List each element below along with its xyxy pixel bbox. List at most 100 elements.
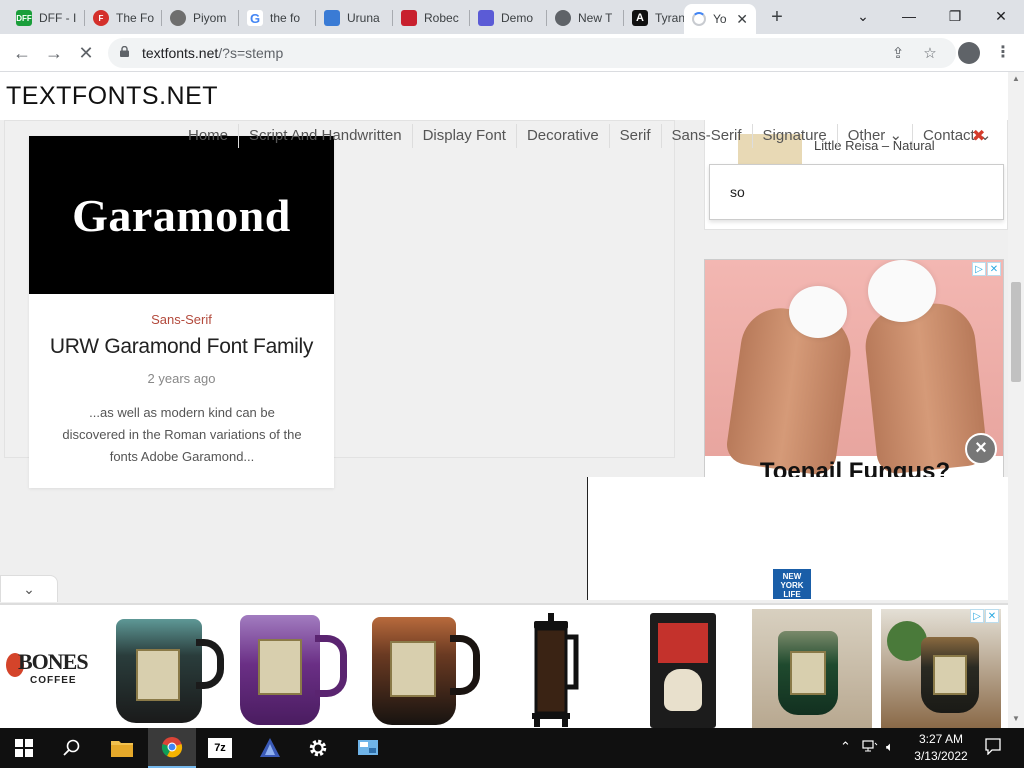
close-window-button[interactable]: ✕ bbox=[978, 2, 1024, 30]
cotton-ball bbox=[868, 260, 936, 322]
lock-icon bbox=[120, 46, 129, 57]
bookmark-star-icon[interactable]: ☆ bbox=[920, 44, 940, 64]
menu-item-home[interactable]: Home bbox=[178, 124, 240, 148]
control-panel-button[interactable] bbox=[344, 728, 392, 768]
tab-label: Yo bbox=[713, 12, 727, 26]
clock-date: 3/13/2022 bbox=[914, 749, 968, 763]
profile-avatar-icon[interactable] bbox=[958, 42, 980, 64]
tab-tyrann[interactable]: A Tyrann bbox=[624, 4, 684, 32]
tab-the-fo[interactable]: F The Fo bbox=[85, 4, 161, 32]
new-tab-button[interactable]: + bbox=[765, 6, 789, 30]
tab-robec[interactable]: Robec bbox=[393, 4, 469, 32]
chrome-menu-icon[interactable]: ⋮ bbox=[995, 42, 1011, 64]
ad-choices-icon[interactable]: ▷ bbox=[972, 262, 986, 276]
chrome-favicon-icon bbox=[555, 10, 571, 26]
toenail-ad[interactable]: Toenail Fungus? ▷ ✕ bbox=[704, 259, 1004, 509]
triangle-app-icon bbox=[260, 738, 280, 757]
french-press-image[interactable] bbox=[520, 613, 582, 728]
mug-handle bbox=[196, 639, 224, 689]
search-results-panel: Garamond Sans-Serif URW Garamond Font Fa… bbox=[4, 120, 675, 488]
system-clock[interactable]: 3:27 AM 3/13/2022 bbox=[905, 731, 977, 765]
network-icon[interactable] bbox=[862, 739, 878, 756]
tab-label: the fo bbox=[270, 11, 301, 25]
tab-demo[interactable]: Demo bbox=[470, 4, 546, 32]
loading-spinner-icon bbox=[692, 12, 706, 26]
ad-choices[interactable]: ▷ ✕ bbox=[972, 262, 1001, 276]
restore-button[interactable]: ❐ bbox=[932, 2, 978, 30]
mug-scene-green[interactable] bbox=[752, 609, 872, 728]
search-close-icon[interactable]: ✖ bbox=[972, 126, 985, 146]
app-taskbar-button[interactable] bbox=[246, 728, 294, 768]
search-icon bbox=[63, 739, 80, 756]
ad-close-button[interactable]: × bbox=[965, 433, 997, 465]
volume-icon[interactable]: 🔈︎ bbox=[886, 739, 894, 755]
url-host: textfonts.net bbox=[142, 45, 219, 61]
site-header: TEXTFONTS.NET bbox=[0, 72, 1008, 120]
ad-close-icon[interactable]: ✕ bbox=[985, 609, 999, 623]
tray-chevron-icon[interactable]: ⌃ bbox=[840, 739, 851, 755]
tab-label: Piyom bbox=[193, 11, 227, 25]
fontspace-favicon-icon: F bbox=[93, 10, 109, 26]
new-york-life-logo[interactable]: NEW YORK LIFE bbox=[773, 569, 811, 599]
tab-search-chevron-icon[interactable]: ⌄ bbox=[840, 2, 886, 30]
mug-label bbox=[790, 651, 826, 695]
tab-uruna[interactable]: Uruna bbox=[316, 4, 392, 32]
mug-label bbox=[933, 655, 967, 695]
bottom-anchor-ad[interactable]: BONES COFFEE ▷ ✕ bbox=[0, 603, 1008, 728]
post-card[interactable]: Garamond Sans-Serif URW Garamond Font Fa… bbox=[29, 136, 334, 488]
folder-icon bbox=[111, 741, 133, 757]
settings-button[interactable] bbox=[294, 728, 342, 768]
post-title-link[interactable]: URW Garamond Font Family bbox=[29, 335, 334, 359]
back-button[interactable]: ← bbox=[8, 39, 36, 67]
menu-item-other[interactable]: Other ⌄ bbox=[838, 124, 914, 148]
ad-close-icon[interactable]: ✕ bbox=[987, 262, 1001, 276]
minimize-button[interactable]: — bbox=[886, 2, 932, 30]
shield-favicon-icon bbox=[324, 10, 340, 26]
bones-coffee-logo[interactable]: BONES COFFEE bbox=[6, 649, 98, 691]
page-scrollbar[interactable]: ▲ ▼ bbox=[1008, 72, 1024, 728]
site-logo[interactable]: TEXTFONTS.NET bbox=[6, 82, 218, 111]
windows-logo-icon bbox=[15, 739, 33, 757]
menu-item-display-font[interactable]: Display Font bbox=[413, 124, 517, 148]
menu-item-sans-serif[interactable]: Sans-Serif bbox=[662, 124, 753, 148]
tab-piyom[interactable]: Piyom bbox=[162, 4, 238, 32]
mug-handle bbox=[450, 635, 480, 695]
scrollbar-thumb[interactable] bbox=[1011, 282, 1021, 382]
share-icon[interactable]: ⇪ bbox=[888, 44, 908, 64]
file-explorer-button[interactable] bbox=[98, 728, 146, 768]
windows-taskbar: 7z ⌃ 🔈︎ 3:27 AM 3/13/2022 bbox=[0, 728, 1024, 768]
globe-favicon-icon bbox=[170, 10, 186, 26]
menu-item-contact[interactable]: Contact ⌄ bbox=[913, 124, 1001, 148]
bag-label bbox=[658, 623, 708, 663]
mug-scene-dark[interactable]: ▷ ✕ bbox=[881, 609, 1001, 728]
tab-dff[interactable]: DFF DFF - I bbox=[8, 4, 84, 32]
stop-loading-button[interactable]: ✕ bbox=[72, 39, 100, 67]
ad-choices-icon[interactable]: ▷ bbox=[970, 609, 984, 623]
bottom-ad-choices[interactable]: ▷ ✕ bbox=[970, 609, 999, 623]
tab-google-search[interactable]: G the fo bbox=[239, 4, 315, 32]
start-button[interactable] bbox=[0, 728, 48, 768]
tab-active[interactable]: Yo ✕ bbox=[684, 4, 756, 34]
post-thumbnail[interactable]: Garamond bbox=[29, 136, 334, 294]
menu-item-script-handwritten[interactable]: Script And Handwritten bbox=[239, 124, 413, 148]
tab-new-tab[interactable]: New T bbox=[547, 4, 623, 32]
menu-item-signature[interactable]: Signature bbox=[753, 124, 838, 148]
tab-close-icon[interactable]: ✕ bbox=[736, 11, 748, 28]
search-button[interactable] bbox=[48, 728, 96, 768]
post-category-link[interactable]: Sans-Serif bbox=[29, 312, 334, 327]
menu-item-serif[interactable]: Serif bbox=[610, 124, 662, 148]
scroll-up-icon[interactable]: ▲ bbox=[1012, 74, 1020, 83]
coffee-bag-image[interactable] bbox=[650, 613, 716, 728]
notification-center-icon[interactable] bbox=[984, 737, 1002, 758]
clock-time: 3:27 AM bbox=[918, 732, 964, 746]
7zip-button[interactable]: 7z bbox=[196, 728, 244, 768]
google-favicon-icon: G bbox=[247, 10, 263, 26]
chrome-taskbar-button[interactable] bbox=[148, 728, 196, 768]
screen: DFF DFF - I F The Fo Piyom G the fo Urun… bbox=[0, 0, 1024, 768]
collapse-ad-button[interactable]: ⌄ bbox=[0, 575, 58, 602]
address-bar[interactable]: textfonts.net/?s=stemp ⇪ ☆ bbox=[108, 38, 956, 68]
search-suggestion-dropdown[interactable]: so bbox=[709, 164, 1004, 220]
menu-item-decorative[interactable]: Decorative bbox=[517, 124, 610, 148]
forward-button[interactable]: → bbox=[40, 39, 68, 67]
scroll-down-icon[interactable]: ▼ bbox=[1012, 714, 1020, 723]
